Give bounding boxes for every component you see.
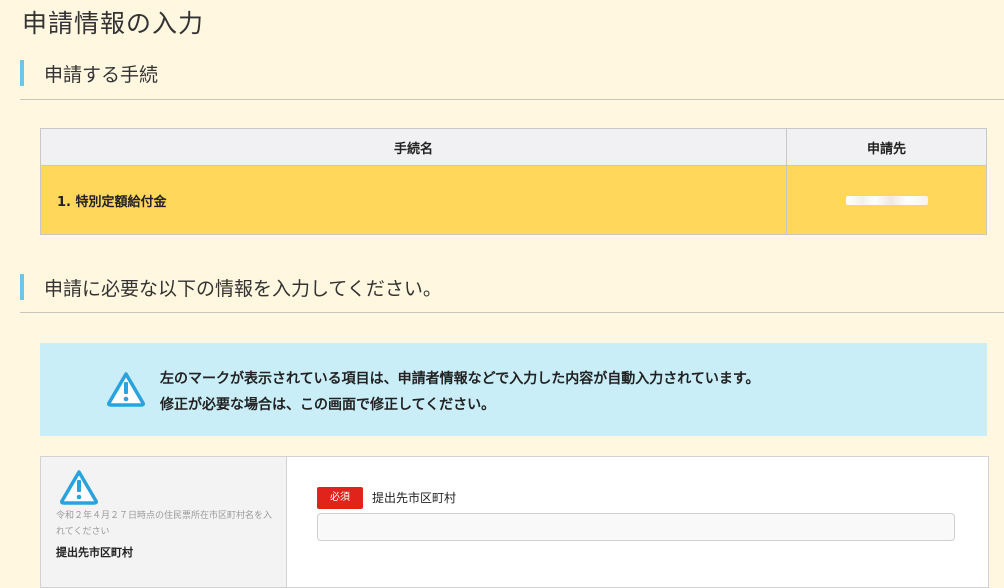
section-heading-input: 申請に必要な以下の情報を入力してください。 xyxy=(20,270,1004,313)
section-heading-text: 申請に必要な以下の情報を入力してください。 xyxy=(44,278,442,300)
column-header-destination: 申請先 xyxy=(786,128,987,166)
page-title: 申請情報の入力 xyxy=(22,9,205,38)
field-side-panel: 令和２年４月２７日時点の住民票所在市区町村名を入れてください 提出先市区町村 xyxy=(41,457,287,587)
section-heading-text: 申請する手続 xyxy=(44,64,159,86)
section-heading-procedure: 申請する手続 xyxy=(20,56,1004,100)
autofill-notice: 左のマークが表示されている項目は、申請者情報などで入力した内容が自動入力されてい… xyxy=(40,343,987,436)
table-row: 1. 特別定額給付金 xyxy=(40,165,987,235)
section-accent-bar xyxy=(20,60,24,86)
column-header-procedure-name: 手続名 xyxy=(40,128,787,166)
redacted-destination xyxy=(845,195,928,205)
notice-text-line-2: 修正が必要な場合は、この画面で修正してください。 xyxy=(160,397,496,413)
notice-text-line-1: 左のマークが表示されている項目は、申請者情報などで入力した内容が自動入力されてい… xyxy=(160,371,760,387)
procedure-name-cell: 1. 特別定額給付金 xyxy=(40,165,787,235)
table-header-row: 手続名 申請先 xyxy=(40,128,987,166)
required-badge: 必須 xyxy=(317,487,363,509)
destination-cell xyxy=(786,165,987,235)
procedure-table: 手続名 申請先 1. 特別定額給付金 xyxy=(40,128,987,235)
field-side-label: 提出先市区町村 xyxy=(56,546,133,559)
form-row-submission-municipality: 令和２年４月２７日時点の住民票所在市区町村名を入れてください 提出先市区町村 必… xyxy=(40,456,989,588)
field-help-text: 令和２年４月２７日時点の住民票所在市区町村名を入れてください xyxy=(56,511,273,537)
field-label: 提出先市区町村 xyxy=(372,491,457,505)
warning-triangle-icon xyxy=(60,470,98,505)
submission-municipality-input[interactable] xyxy=(317,513,955,541)
warning-triangle-icon xyxy=(107,372,145,407)
section-accent-bar xyxy=(20,274,24,300)
